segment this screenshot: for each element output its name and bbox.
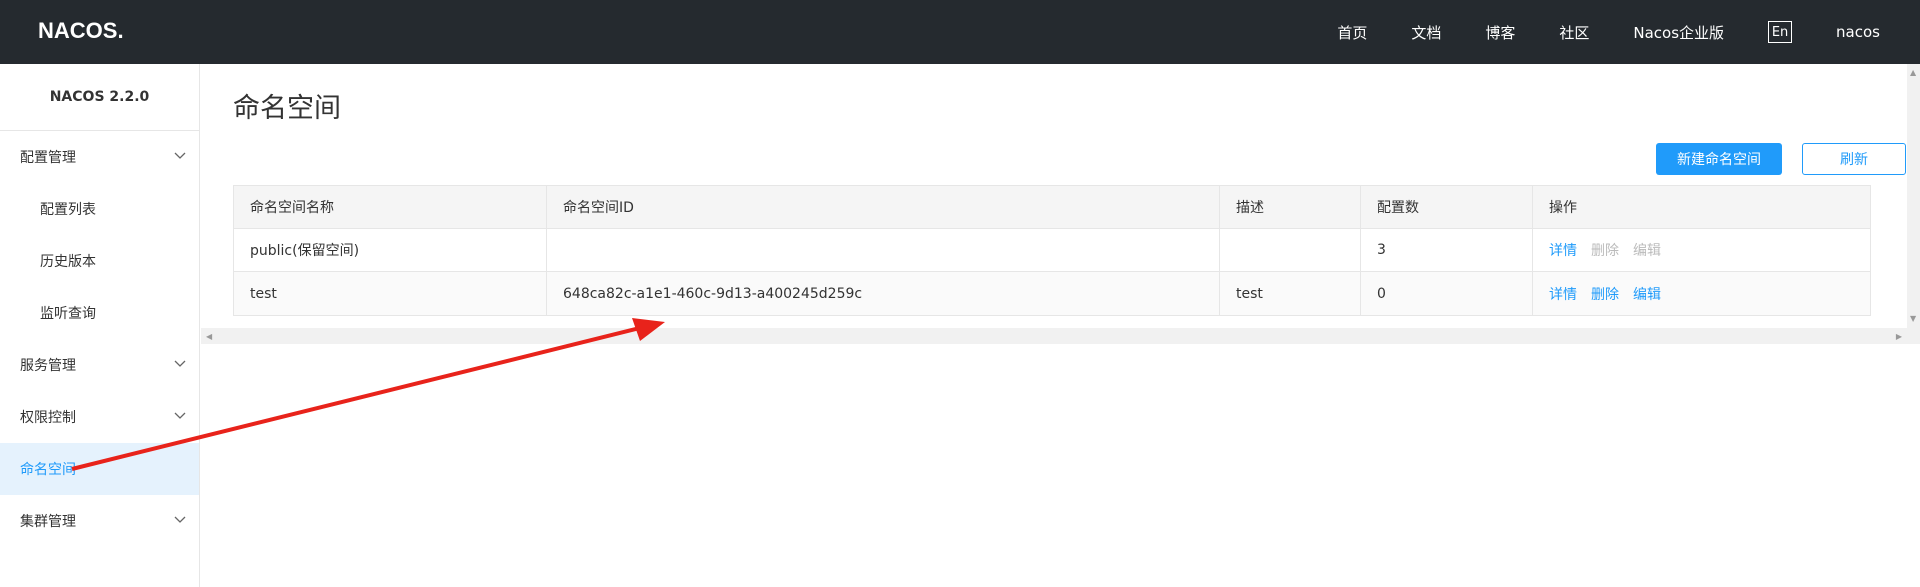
- sidebar-item-label: 配置列表: [40, 202, 96, 218]
- namespace-description: test: [1220, 272, 1361, 315]
- table-row: public(保留空间) 3 详情 删除 编辑: [234, 229, 1870, 272]
- sidebar-item-label: 监听查询: [40, 306, 96, 322]
- delete-link[interactable]: 删除: [1591, 284, 1619, 304]
- vertical-scrollbar[interactable]: ▲ ▼: [1907, 64, 1920, 344]
- scroll-down-icon[interactable]: ▼: [1910, 314, 1916, 323]
- column-header-description: 描述: [1220, 186, 1361, 228]
- horizontal-scrollbar[interactable]: ◀ ▶: [201, 328, 1907, 344]
- namespace-config-count: 3: [1361, 229, 1533, 271]
- chevron-down-icon: [174, 360, 186, 367]
- column-header-config-count: 配置数: [1361, 186, 1533, 228]
- sidebar-item-access-control[interactable]: 权限控制: [0, 391, 199, 443]
- main-content: 命名空间 新建命名空间 刷新 命名空间名称 命名空间ID 描述 配置数 操作 p…: [201, 64, 1920, 587]
- nacos-logo[interactable]: NACOS.: [38, 16, 138, 44]
- namespace-id: [547, 229, 1220, 271]
- scroll-up-icon[interactable]: ▲: [1910, 68, 1916, 77]
- sidebar-item-service-management[interactable]: 服务管理: [0, 339, 199, 391]
- sidebar-item-history[interactable]: 历史版本: [0, 235, 199, 287]
- table-header-row: 命名空间名称 命名空间ID 描述 配置数 操作: [234, 186, 1870, 229]
- namespace-table: 命名空间名称 命名空间ID 描述 配置数 操作 public(保留空间) 3 详…: [233, 185, 1871, 316]
- column-header-name: 命名空间名称: [234, 186, 547, 228]
- nav-enterprise[interactable]: Nacos企业版: [1633, 22, 1724, 43]
- column-header-id: 命名空间ID: [547, 186, 1220, 228]
- details-link[interactable]: 详情: [1549, 284, 1577, 304]
- sidebar-item-config-list[interactable]: 配置列表: [0, 183, 199, 235]
- sidebar-item-cluster-management[interactable]: 集群管理: [0, 495, 199, 547]
- page-title: 命名空间: [233, 93, 341, 124]
- chevron-down-icon: [174, 516, 186, 523]
- delete-link: 删除: [1591, 243, 1619, 259]
- sidebar-item-label: 配置管理: [20, 150, 76, 166]
- nav-home[interactable]: 首页: [1337, 22, 1367, 43]
- edit-link[interactable]: 编辑: [1633, 284, 1661, 304]
- sidebar-item-label: 历史版本: [40, 254, 96, 270]
- version-label: NACOS 2.2.0: [0, 64, 199, 131]
- sidebar-item-label: 权限控制: [20, 410, 76, 426]
- table-row: test 648ca82c-a1e1-460c-9d13-a400245d259…: [234, 272, 1870, 315]
- details-link[interactable]: 详情: [1549, 240, 1577, 260]
- sidebar-item-label: 集群管理: [20, 514, 76, 530]
- column-header-actions: 操作: [1549, 200, 1577, 216]
- row-actions: 详情 删除 编辑: [1533, 229, 1870, 271]
- namespace-name: public(保留空间): [234, 229, 547, 271]
- chevron-down-icon: [174, 412, 186, 419]
- chevron-down-icon: [174, 152, 186, 159]
- nav-blog[interactable]: 博客: [1485, 22, 1515, 43]
- scroll-right-icon[interactable]: ▶: [1896, 332, 1902, 341]
- language-toggle[interactable]: En: [1768, 21, 1793, 43]
- sidebar-item-label: 命名空间: [20, 462, 76, 478]
- sidebar-item-label: 服务管理: [20, 358, 76, 374]
- namespace-id: 648ca82c-a1e1-460c-9d13-a400245d259c: [547, 272, 1220, 315]
- refresh-button[interactable]: 刷新: [1802, 143, 1906, 175]
- nav-docs[interactable]: 文档: [1411, 22, 1441, 43]
- namespace-config-count: 0: [1361, 272, 1533, 315]
- namespace-name: test: [234, 272, 547, 315]
- top-navbar: NACOS. 首页 文档 博客 社区 Nacos企业版 En nacos: [0, 0, 1920, 64]
- sidebar-item-namespace[interactable]: 命名空间: [0, 443, 199, 495]
- namespace-description: [1220, 229, 1361, 271]
- sidebar-item-listener-query[interactable]: 监听查询: [0, 287, 199, 339]
- user-name[interactable]: nacos: [1836, 23, 1880, 41]
- svg-text:NACOS.: NACOS.: [38, 18, 124, 43]
- sidebar-item-config-management[interactable]: 配置管理: [0, 131, 199, 183]
- create-namespace-button[interactable]: 新建命名空间: [1656, 143, 1782, 175]
- nav-community[interactable]: 社区: [1559, 22, 1589, 43]
- scroll-left-icon[interactable]: ◀: [206, 332, 212, 341]
- row-actions: 详情 删除 编辑: [1533, 272, 1870, 315]
- sidebar: NACOS 2.2.0 配置管理 配置列表 历史版本 监听查询 服务管理 权限控…: [0, 64, 200, 587]
- edit-link: 编辑: [1633, 243, 1661, 259]
